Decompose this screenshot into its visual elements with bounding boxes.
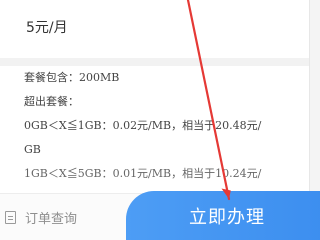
price-row: 5元/月 [0, 0, 310, 66]
overage-tier-1-line: 0GB＜X≦1GB：0.02元/MB，相当于20.48元/ [24, 119, 262, 132]
overage-title-line: 超出套餐： [24, 95, 79, 108]
apply-now-label: 立即办理 [189, 207, 265, 228]
overage-tier-2-line: 1GB＜X≦5GB：0.01元/MB，相当于10.24元/ [24, 167, 262, 180]
plan-details: 套餐包含：200MB 超出套餐： 0GB＜X≦1GB：0.02元/MB，相当于2… [24, 66, 308, 206]
plan-included-line: 套餐包含：200MB [24, 71, 120, 84]
apply-now-button[interactable]: 立即办理 [126, 191, 320, 240]
order-query-label: 订单查询 [25, 211, 78, 227]
document-icon [5, 210, 16, 224]
price-text: 5元/月 [26, 20, 68, 36]
mobile-plan-screen: 5元/月 套餐包含：200MB 超出套餐： 0GB＜X≦1GB：0.02元/MB… [0, 0, 320, 240]
order-query-link[interactable]: 订单查询 [5, 207, 77, 227]
overage-unit-line: GB [24, 143, 41, 156]
